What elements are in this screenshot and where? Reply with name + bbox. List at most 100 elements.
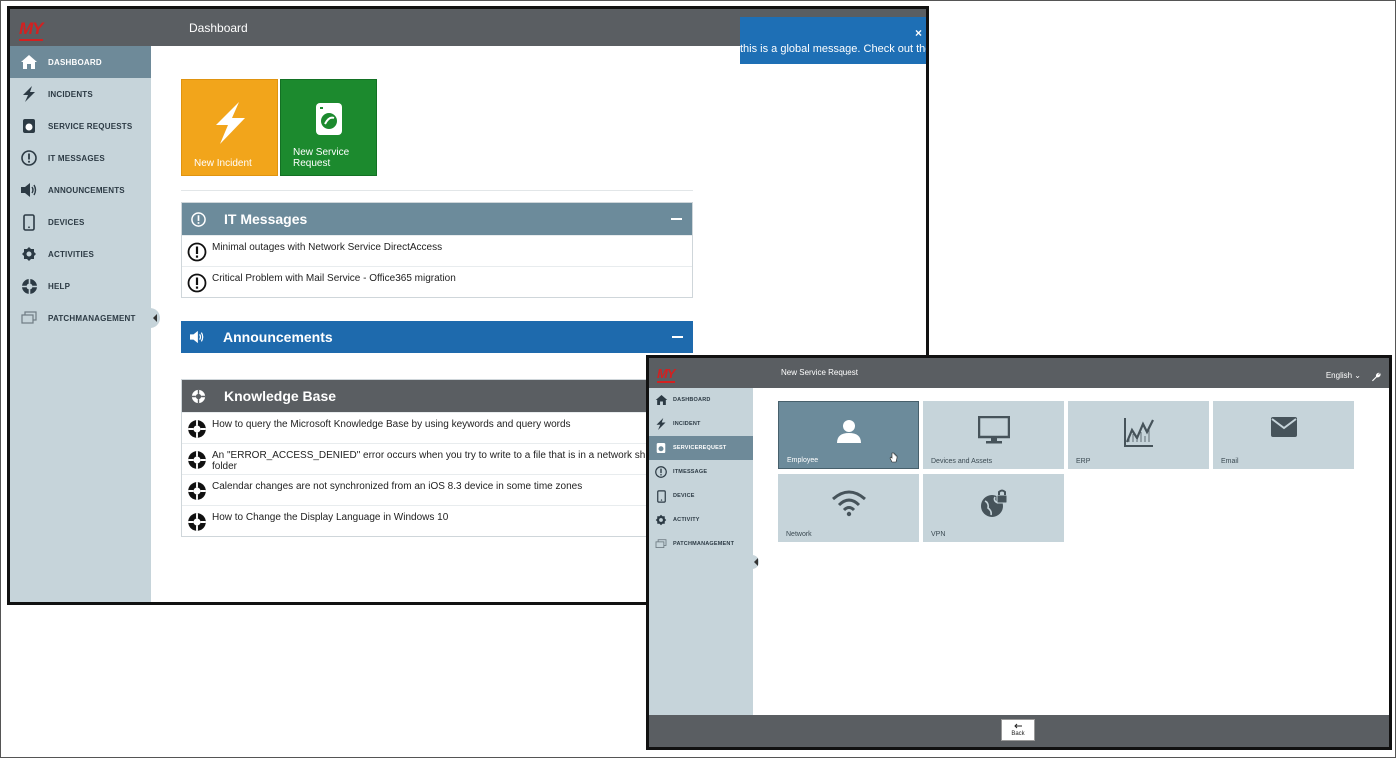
sidebar-item-label: DEVICES (48, 217, 85, 227)
wifi-icon (831, 489, 867, 522)
sidebar-collapse-handle[interactable] (752, 555, 759, 569)
global-message-text: this is a global message. Check out the … (740, 43, 929, 55)
sidebar-item-itmessage[interactable]: ITMESSAGE (649, 460, 753, 484)
sidebar-item-incidents[interactable]: INCIDENTS (10, 78, 151, 110)
sidebar-item-announcements[interactable]: ANNOUNCEMENTS (10, 174, 151, 206)
language-selector[interactable]: English ⌄ (1326, 371, 1361, 380)
lightning-icon (210, 102, 250, 147)
panel-title: Knowledge Base (224, 388, 337, 404)
sidebar-item-label: ANNOUNCEMENTS (48, 185, 125, 195)
panel-title: Announcements (223, 329, 333, 345)
sidebar-item-label: DASHBOARD (673, 397, 711, 403)
panel-title: IT Messages (224, 211, 308, 227)
sidebar-item-label: ACTIVITIES (48, 249, 95, 259)
knowledge-base-header[interactable]: Knowledge Base (182, 380, 692, 412)
tile-label: New Service Request (293, 147, 349, 169)
sidebar-item-device[interactable]: DEVICE (649, 484, 753, 508)
gear-icon (649, 514, 673, 526)
bottom-bar: Back (649, 715, 1389, 747)
sidebar-item-label: SERVICE REQUESTS (48, 121, 133, 131)
sidebar-item-label: ACTIVITY (673, 517, 700, 523)
network-tile[interactable]: Network (778, 474, 919, 542)
sidebar-item-help[interactable]: HELP (10, 270, 151, 302)
it-messages-panel: IT Messages Minimal outages with Network… (181, 202, 693, 298)
sidebar-item-devices[interactable]: DEVICES (10, 206, 151, 238)
it-messages-header[interactable]: IT Messages (182, 203, 692, 235)
new-service-request-tile[interactable]: New Service Request (280, 79, 377, 176)
envelope-icon (1270, 416, 1298, 443)
sidebar-item-activity[interactable]: ACTIVITY (649, 508, 753, 532)
lightning-icon (649, 418, 673, 430)
sidebar-item-patchmanagement[interactable]: PATCHMANAGEMENT (10, 302, 151, 334)
lifebuoy-icon (182, 419, 212, 439)
divider (181, 190, 693, 191)
lightning-icon (10, 86, 48, 102)
close-icon[interactable]: × (915, 26, 922, 40)
sidebar-item-servicerequest[interactable]: SERVICEREQUEST (649, 436, 753, 460)
page-title: Dashboard (189, 21, 248, 35)
list-item[interactable]: An "ERROR_ACCESS_DENIED" error occurs wh… (182, 443, 692, 474)
list-item-line: How to Change the Display Language in Wi… (212, 512, 449, 523)
list-item[interactable]: Calendar changes are not synchronized fr… (182, 474, 692, 505)
service-request-icon (315, 102, 343, 139)
app-logo[interactable]: MY (19, 19, 43, 41)
home-icon (10, 54, 48, 70)
vpn-tile[interactable]: VPN (923, 474, 1064, 542)
announcements-header[interactable]: Announcements (181, 321, 693, 353)
tile-label: ERP (1076, 458, 1091, 465)
sidebar-item-patchmanagement[interactable]: PATCHMANAGEMENT (649, 532, 753, 556)
employee-tile[interactable]: Employee (778, 401, 919, 469)
new-incident-tile[interactable]: New Incident (181, 79, 278, 176)
top-bar: MY New Service Request English ⌄ (649, 358, 1389, 388)
list-item-text: Calendar changes are not synchronized fr… (212, 481, 582, 492)
sidebar-item-it-messages[interactable]: IT MESSAGES (10, 142, 151, 174)
arrow-left-icon (1014, 723, 1022, 731)
email-tile[interactable]: Email (1213, 401, 1354, 469)
exclamation-icon (182, 273, 212, 293)
list-item[interactable]: How to query the Microsoft Knowledge Bas… (182, 412, 692, 443)
sidebar-item-activities[interactable]: ACTIVITIES (10, 238, 151, 270)
windows-icon (649, 539, 673, 549)
windows-icon (10, 311, 48, 325)
list-item-text: Minimal outages with Network Service Dir… (212, 242, 443, 253)
sidebar-item-label: ITMESSAGE (673, 469, 708, 475)
sidebar-item-dashboard[interactable]: DASHBOARD (10, 46, 151, 78)
list-item[interactable]: How to Change the Display Language in Wi… (182, 505, 692, 536)
lifebuoy-icon (182, 481, 212, 501)
tablet-icon (649, 489, 673, 503)
knowledge-base-panel: Knowledge Base How to query the Microsof… (181, 379, 693, 537)
speaker-icon (10, 182, 48, 198)
collapse-icon[interactable] (671, 218, 682, 220)
list-item[interactable]: Minimal outages with Network Service Dir… (182, 235, 692, 266)
app-logo[interactable]: MY (657, 366, 675, 383)
sidebar-item-label: HELP (48, 281, 71, 291)
list-item-text: An "ERROR_ACCESS_DENIED" error occurs wh… (212, 450, 645, 472)
list-item-text: How to query the Microsoft Knowledge Bas… (212, 419, 571, 430)
chevron-left-icon (153, 314, 157, 322)
lifebuoy-icon (10, 278, 48, 295)
list-item-line: An "ERROR_ACCESS_DENIED" error occurs wh… (212, 450, 646, 461)
tile-label: VPN (931, 531, 946, 538)
wrench-icon[interactable] (1371, 369, 1381, 387)
sidebar-item-label: INCIDENT (673, 421, 701, 427)
sidebar-item-dashboard[interactable]: DASHBOARD (649, 388, 753, 412)
tile-label: Network (786, 531, 812, 538)
home-icon (649, 394, 673, 406)
sidebar-item-service-requests[interactable]: SERVICE REQUESTS (10, 110, 151, 142)
collapse-icon[interactable] (672, 336, 683, 338)
lifebuoy-icon (182, 512, 212, 532)
back-label: Back (1011, 731, 1025, 737)
sidebar: DASHBOARD INCIDENTS SERVICE REQUESTS IT … (10, 46, 151, 602)
list-item-text: Critical Problem with Mail Service - Off… (212, 273, 456, 284)
sidebar-collapse-handle[interactable] (150, 308, 160, 328)
list-item-line: Calendar changes are not synchronized fr… (212, 481, 583, 492)
sidebar: DASHBOARD INCIDENT SERVICEREQUEST ITMESS… (649, 388, 753, 718)
list-item[interactable]: Critical Problem with Mail Service - Off… (182, 266, 692, 297)
devices-and-assets-tile[interactable]: Devices and Assets (923, 401, 1064, 469)
announcements-panel: Announcements (181, 321, 693, 353)
sidebar-item-incident[interactable]: INCIDENT (649, 412, 753, 436)
sidebar-item-label: IT MESSAGES (48, 153, 105, 163)
back-button[interactable]: Back (1001, 719, 1035, 741)
erp-tile[interactable]: ERP (1068, 401, 1209, 469)
hand-cursor-icon (889, 450, 898, 468)
